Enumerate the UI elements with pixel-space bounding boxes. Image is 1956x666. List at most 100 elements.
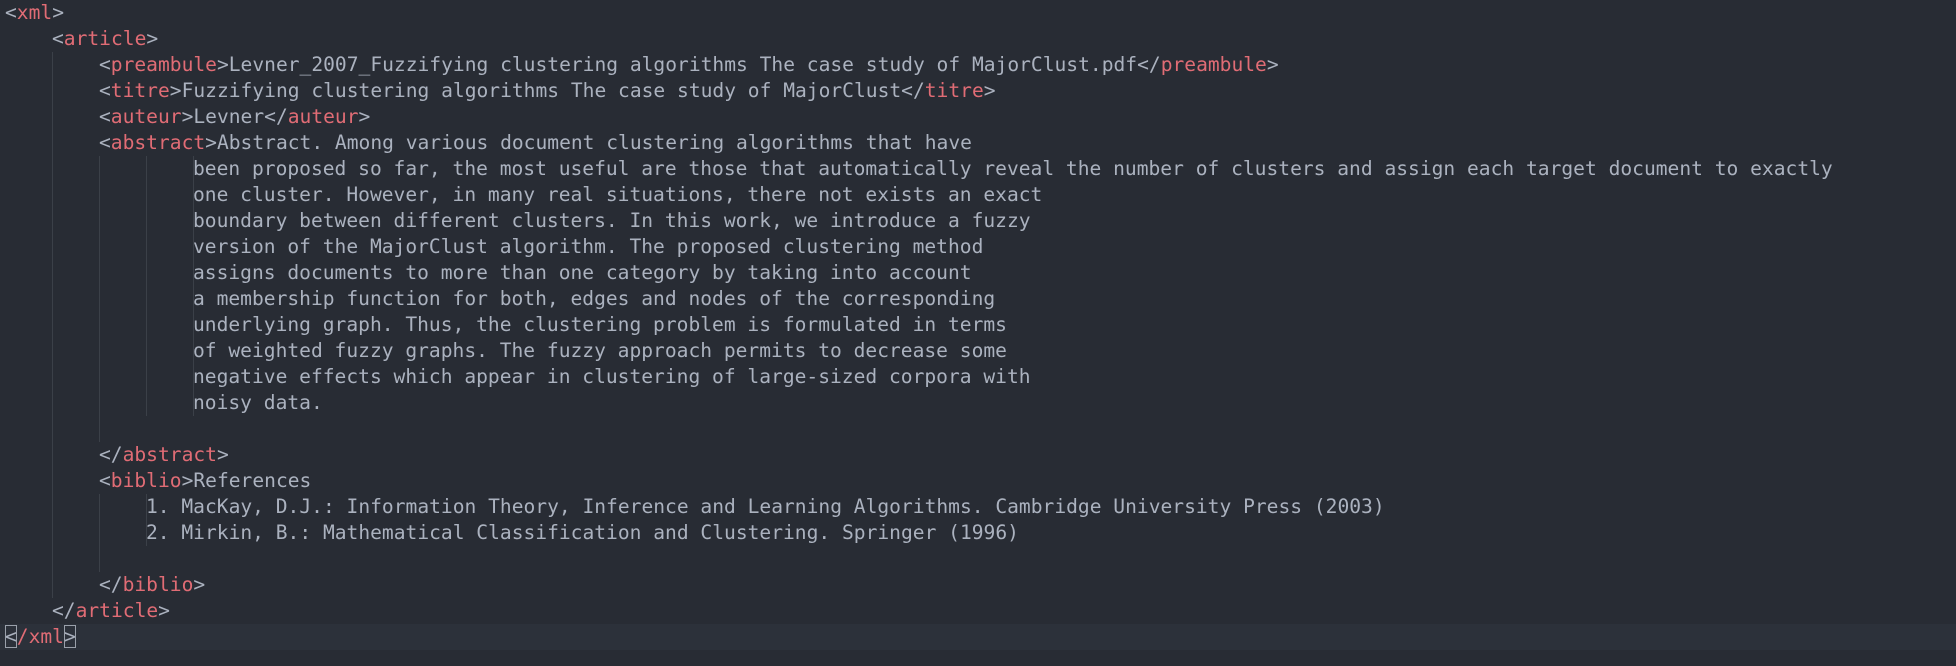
end-tag-open-bracket: </	[264, 105, 288, 128]
code-line[interactable]: </abstract>	[0, 442, 1956, 468]
indent-guide	[146, 286, 147, 312]
code-content: <article>	[52, 26, 158, 52]
indent-guide	[99, 156, 100, 182]
indent-guide	[52, 260, 53, 286]
tag-name: article	[63, 27, 147, 50]
code-line[interactable]: <xml>	[0, 0, 1956, 26]
code-line[interactable]: been proposed so far, the most useful ar…	[0, 156, 1956, 182]
indent-guide	[52, 364, 53, 390]
code-line[interactable]: underlying graph. Thus, the clustering p…	[0, 312, 1956, 338]
tag-name: /xml	[16, 625, 64, 648]
code-line[interactable]: 2. Mirkin, B.: Mathematical Classificati…	[0, 520, 1956, 546]
indent-guide	[52, 208, 53, 234]
indent-guide	[52, 234, 53, 260]
indent-guide	[52, 104, 53, 130]
indent-guide	[52, 390, 53, 416]
indent-guide	[99, 390, 100, 416]
tag-close-bracket: >	[63, 625, 76, 648]
indent-guide	[146, 234, 147, 260]
code-content: </article>	[52, 598, 170, 624]
text-content: underlying graph. Thus, the clustering p…	[193, 313, 1007, 336]
end-tag-name: auteur	[287, 105, 359, 128]
indent-guide	[52, 520, 53, 546]
text-content: boundary between different clusters. In …	[193, 209, 1031, 232]
indent-guide	[52, 546, 53, 572]
indent-guide	[99, 286, 100, 312]
tag-open-bracket: </	[99, 573, 123, 596]
end-tag-open-bracket: </	[901, 79, 925, 102]
code-line[interactable]: assigns documents to more than one categ…	[0, 260, 1956, 286]
text-content: 1. MacKay, D.J.: Information Theory, Inf…	[146, 495, 1385, 518]
code-content: </abstract>	[99, 442, 229, 468]
code-content: noisy data.	[193, 390, 323, 416]
end-tag-close-bracket: >	[1266, 53, 1279, 76]
text-content: Fuzzifying clustering algorithms The cas…	[181, 79, 902, 102]
tag-close-bracket: >	[205, 131, 217, 154]
tag-name: article	[75, 599, 159, 622]
code-line[interactable]: <abstract>Abstract. Among various docume…	[0, 130, 1956, 156]
code-content: underlying graph. Thus, the clustering p…	[193, 312, 1007, 338]
tag-open-bracket: <	[52, 27, 64, 50]
text-content: one cluster. However, in many real situa…	[193, 183, 1043, 206]
text-content: Abstract. Among various document cluster…	[216, 131, 972, 154]
code-editor[interactable]: <xml> <article> <preambule>Levner_2007_Fuz…	[0, 0, 1956, 666]
tag-open-bracket: <	[99, 105, 111, 128]
end-tag-name: preambule	[1160, 53, 1267, 76]
code-content: <titre>Fuzzifying clustering algorithms …	[99, 78, 996, 104]
code-line[interactable]: one cluster. However, in many real situa…	[0, 182, 1956, 208]
code-line[interactable]: <auteur>Levner</auteur>	[0, 104, 1956, 130]
indent-guide	[52, 156, 53, 182]
indent-guide	[99, 182, 100, 208]
indent-guide	[99, 208, 100, 234]
code-line[interactable]: boundary between different clusters. In …	[0, 208, 1956, 234]
code-content: <biblio>References	[99, 468, 311, 494]
code-line[interactable]	[0, 416, 1956, 442]
code-line[interactable]: </xml>	[0, 624, 1956, 650]
code-line[interactable]: noisy data.	[0, 390, 1956, 416]
code-content: negative effects which appear in cluster…	[193, 364, 1031, 390]
indent-guide	[146, 364, 147, 390]
code-line[interactable]: 1. MacKay, D.J.: Information Theory, Inf…	[0, 494, 1956, 520]
tag-close-bracket: >	[146, 27, 159, 50]
code-content: 1. MacKay, D.J.: Information Theory, Inf…	[146, 494, 1385, 520]
end-tag-open-bracket: </	[1137, 53, 1161, 76]
code-line[interactable]	[0, 546, 1956, 572]
text-content: noisy data.	[193, 391, 323, 414]
code-line[interactable]: <preambule>Levner_2007_Fuzzifying cluste…	[0, 52, 1956, 78]
text-content: of weighted fuzzy graphs. The fuzzy appr…	[193, 339, 1007, 362]
tag-open-bracket: <	[99, 53, 111, 76]
tag-close-bracket: >	[193, 573, 206, 596]
indent-guide	[52, 494, 53, 520]
code-line[interactable]: <titre>Fuzzifying clustering algorithms …	[0, 78, 1956, 104]
indent-guide	[99, 364, 100, 390]
indent-guide	[146, 182, 147, 208]
indent-guide	[52, 416, 53, 442]
tag-open-bracket: </	[99, 443, 123, 466]
indent-guide	[146, 390, 147, 416]
tag-open-bracket: <	[99, 79, 111, 102]
text-content: version of the MajorClust algorithm. The…	[193, 235, 984, 258]
indent-guide	[146, 260, 147, 286]
code-line[interactable]: </biblio>	[0, 572, 1956, 598]
code-line[interactable]: <biblio>References	[0, 468, 1956, 494]
indent-guide	[52, 338, 53, 364]
code-content: </xml>	[5, 624, 76, 650]
code-content: assigns documents to more than one categ…	[193, 260, 972, 286]
code-line[interactable]: <article>	[0, 26, 1956, 52]
tag-open-bracket: <	[5, 625, 17, 648]
code-line[interactable]: version of the MajorClust algorithm. The…	[0, 234, 1956, 260]
tag-open-bracket: <	[99, 469, 111, 492]
end-tag-name: titre	[924, 79, 984, 102]
indent-guide	[52, 312, 53, 338]
code-line[interactable]: of weighted fuzzy graphs. The fuzzy appr…	[0, 338, 1956, 364]
code-line[interactable]: </article>	[0, 598, 1956, 624]
code-line[interactable]: negative effects which appear in cluster…	[0, 364, 1956, 390]
indent-guide	[99, 520, 100, 546]
indent-guide	[99, 494, 100, 520]
indent-guide	[146, 312, 147, 338]
tag-close-bracket: >	[181, 105, 194, 128]
tag-name: xml	[16, 1, 53, 24]
tag-name: biblio	[110, 469, 182, 492]
text-content: Levner	[193, 105, 265, 128]
code-line[interactable]: a membership function for both, edges an…	[0, 286, 1956, 312]
